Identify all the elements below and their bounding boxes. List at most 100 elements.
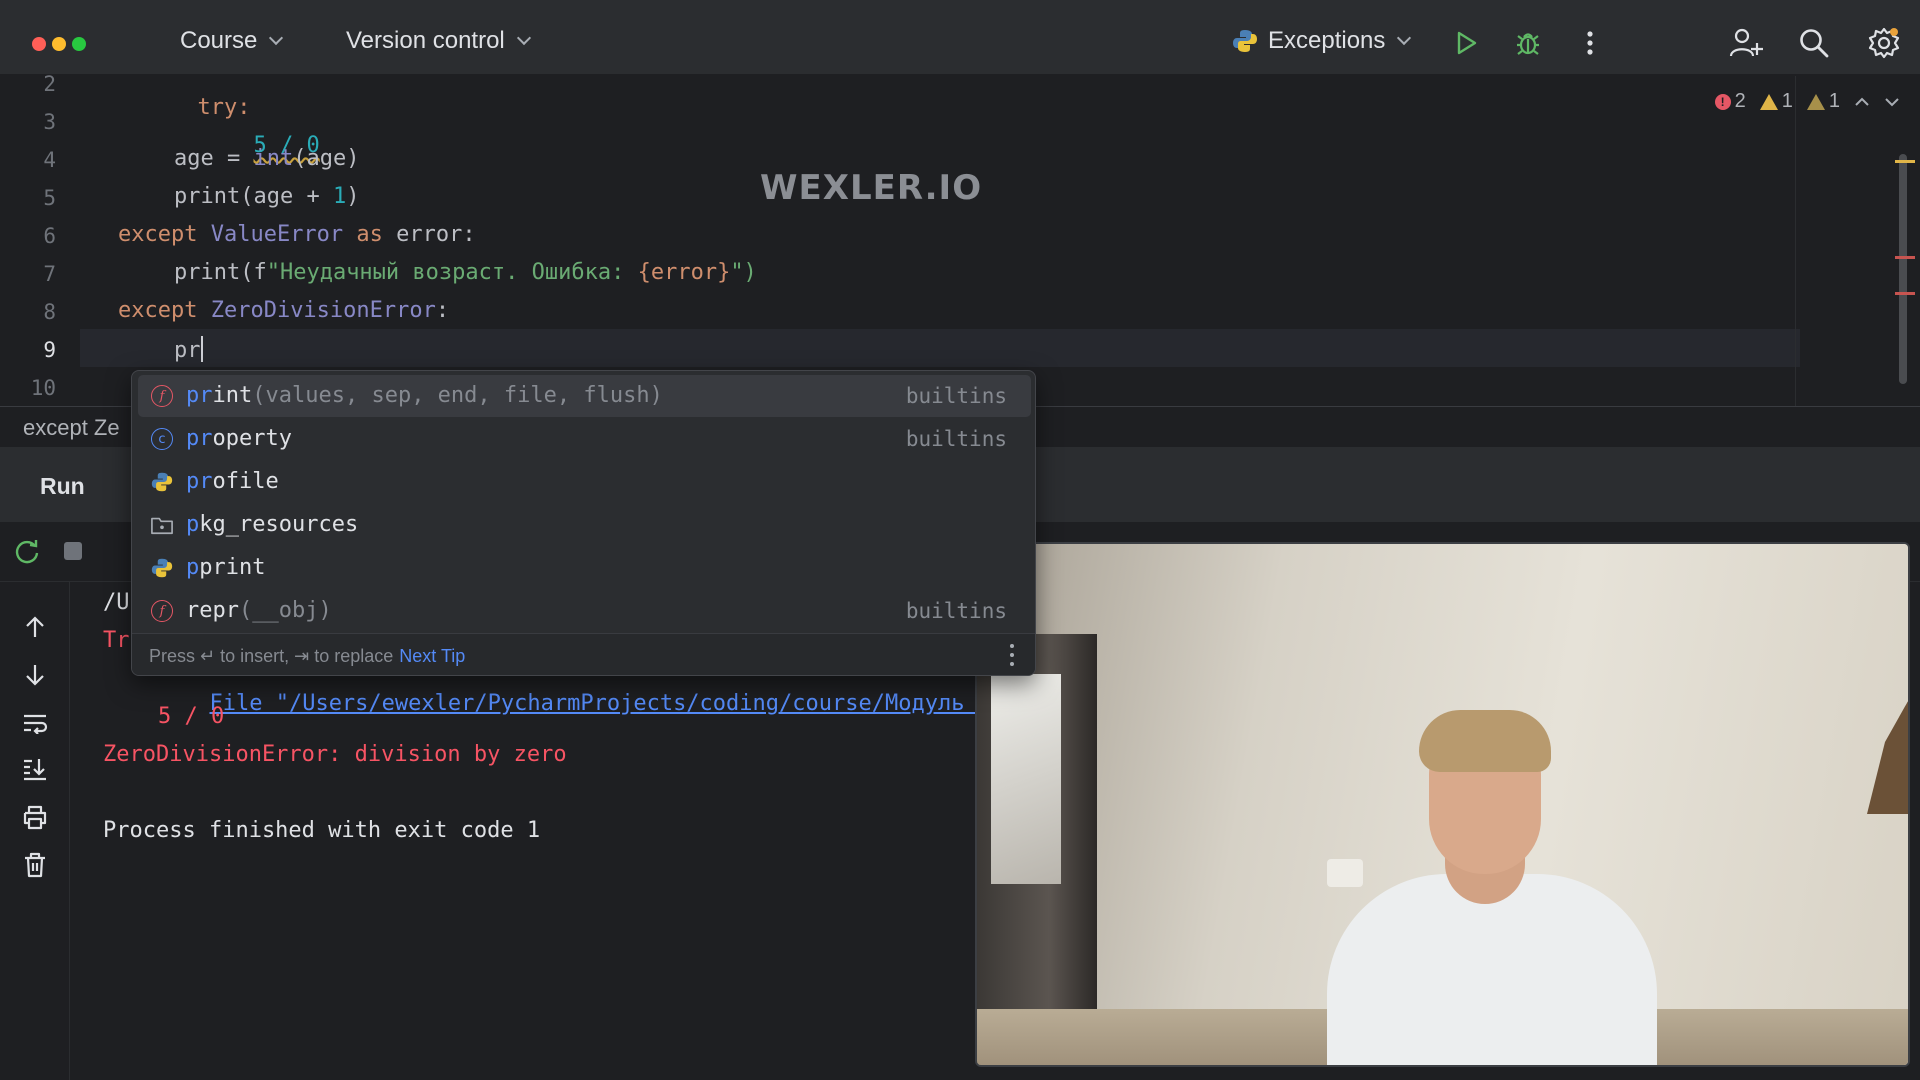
- webcam-window-pane: [991, 674, 1061, 884]
- completion-item-pprint[interactable]: pprint: [138, 547, 1031, 589]
- scroll-to-end-icon: [24, 759, 46, 781]
- completion-item-property[interactable]: c property builtins: [138, 418, 1031, 460]
- kebab-dot: [1010, 644, 1014, 648]
- code-token: :: [435, 298, 450, 323]
- clear-console-button[interactable]: [20, 850, 50, 880]
- completion-item-source: builtins: [905, 427, 1007, 451]
- version-control-label: Version control: [346, 27, 505, 54]
- ide-window: Course Version control Exceptions WEXLER…: [0, 0, 1920, 1080]
- code-line-6: except ValueError as error:: [118, 222, 476, 247]
- chevron-down-icon[interactable]: [1884, 96, 1900, 108]
- warning-count: 1: [1781, 90, 1793, 112]
- error-marker[interactable]: [1895, 292, 1915, 295]
- code-completion-popup[interactable]: f print(values, sep, end, file, flush) b…: [131, 370, 1036, 676]
- line-number: 4: [43, 148, 56, 172]
- code-token: "): [730, 260, 757, 285]
- completion-item-repr[interactable]: f repr(__obj) builtins: [138, 590, 1031, 632]
- close-window-button[interactable]: [32, 37, 46, 51]
- completion-item-profile[interactable]: profile: [138, 461, 1031, 503]
- chevron-down-icon: [269, 30, 284, 46]
- soft-wrap-icon: [24, 714, 48, 734]
- breadcrumb[interactable]: except Ze: [23, 415, 120, 441]
- kebab-dot: [1010, 653, 1014, 657]
- settings-button[interactable]: [1864, 23, 1904, 63]
- completion-item-pkg-resources[interactable]: pkg_resources: [138, 504, 1031, 546]
- next-tip-link[interactable]: Next Tip: [399, 646, 465, 666]
- editor-scrollbar[interactable]: [1899, 154, 1907, 384]
- warning-icon: [1759, 93, 1778, 110]
- titlebar: Course Version control Exceptions: [0, 5, 1920, 75]
- completion-footer: Press ↵ to insert, ⇥ to replace Next Tip: [132, 633, 1035, 675]
- rerun-button[interactable]: [12, 536, 42, 566]
- debug-button[interactable]: [1508, 23, 1548, 63]
- code-token: (age): [293, 146, 360, 171]
- code-token: print(age +: [174, 184, 333, 209]
- code-editor[interactable]: WEXLER.IO 2 3 4 5 6 7 8 9 10 try: 5 / 0 …: [0, 72, 1920, 406]
- scroll-to-end-button[interactable]: [20, 754, 50, 784]
- course-menu[interactable]: Course: [180, 27, 284, 55]
- error-marker[interactable]: [1895, 256, 1915, 259]
- kebab-dot: [1010, 662, 1014, 666]
- run-button[interactable]: [1446, 23, 1486, 63]
- weak-warnings-indicator[interactable]: 1: [1806, 90, 1840, 113]
- warnings-indicator[interactable]: 1: [1759, 90, 1793, 113]
- console-line: /U: [103, 590, 130, 615]
- kebab-menu-icon: [1587, 31, 1593, 55]
- traceback-file-link[interactable]: File "/Users/ewexler/PycharmProjects/cod…: [209, 691, 1004, 716]
- code-token: except: [118, 222, 211, 247]
- run-configuration-selector[interactable]: Exceptions: [1232, 27, 1412, 55]
- print-button[interactable]: [20, 802, 50, 832]
- webcam-video-overlay: [975, 542, 1910, 1067]
- run-side-toolbar: [0, 582, 70, 1080]
- trash-icon: [25, 852, 45, 878]
- line-number: 5: [43, 186, 56, 210]
- print-icon: [23, 805, 47, 830]
- rerun-icon: [15, 540, 39, 564]
- scroll-up-button[interactable]: [20, 612, 50, 642]
- completion-options-button[interactable]: [1009, 644, 1015, 666]
- completion-item-label: pkg_resources: [186, 512, 359, 537]
- completion-item-source: builtins: [905, 384, 1007, 408]
- gear-icon: [1868, 27, 1900, 59]
- code-token: as: [343, 222, 397, 247]
- webcam-power-outlet: [1327, 859, 1363, 887]
- console-line: 5 / 0: [158, 704, 225, 729]
- chevron-down-icon: [516, 30, 531, 46]
- more-actions-button[interactable]: [1570, 23, 1610, 63]
- error-icon: !: [1714, 93, 1731, 110]
- line-number: 10: [30, 376, 56, 400]
- completion-hint-text: Press ↵ to insert, ⇥ to replace: [149, 646, 394, 666]
- code-with-me-button[interactable]: [1726, 23, 1766, 63]
- zoom-window-button[interactable]: [72, 37, 86, 51]
- bug-icon: [1517, 33, 1539, 55]
- version-control-menu[interactable]: Version control: [346, 27, 531, 55]
- soft-wrap-button[interactable]: [20, 708, 50, 738]
- arrow-up-icon: [26, 616, 44, 637]
- weak-warning-count: 1: [1828, 90, 1840, 112]
- line-number: 7: [43, 262, 56, 286]
- completion-item-print[interactable]: f print(values, sep, end, file, flush) b…: [138, 375, 1031, 417]
- chevron-up-icon[interactable]: [1854, 96, 1870, 108]
- code-line-5: print(age + 1): [174, 184, 359, 209]
- completion-hint: Press ↵ to insert, ⇥ to replace Next Tip: [149, 646, 465, 667]
- class-icon: c: [151, 428, 173, 450]
- search-everywhere-button[interactable]: [1794, 23, 1834, 63]
- stop-button[interactable]: [58, 536, 88, 566]
- minimize-window-button[interactable]: [52, 37, 66, 51]
- code-token: ZeroDivisionError: [210, 298, 436, 323]
- code-line-7: print(f"Неудачный возраст. Ошибка: {erro…: [174, 260, 757, 285]
- inspection-widget[interactable]: ! 2 1 1: [1714, 90, 1900, 113]
- scroll-down-button[interactable]: [20, 660, 50, 690]
- completion-item-label: property: [186, 426, 292, 451]
- weak-warning-icon: [1806, 93, 1825, 110]
- current-line-highlight: [80, 329, 1800, 367]
- code-line-4: age = int(age): [174, 146, 359, 171]
- code-line-9: pr: [174, 336, 203, 363]
- line-number: 2: [43, 72, 56, 96]
- run-tool-window-title[interactable]: Run: [40, 473, 85, 500]
- python-module-icon: [151, 558, 173, 578]
- warning-marker[interactable]: [1895, 160, 1915, 163]
- search-icon: [1800, 29, 1829, 58]
- errors-indicator[interactable]: ! 2: [1714, 90, 1746, 113]
- console-file-link[interactable]: File "/Users/ewexler/PycharmProjects/cod…: [130, 666, 1004, 741]
